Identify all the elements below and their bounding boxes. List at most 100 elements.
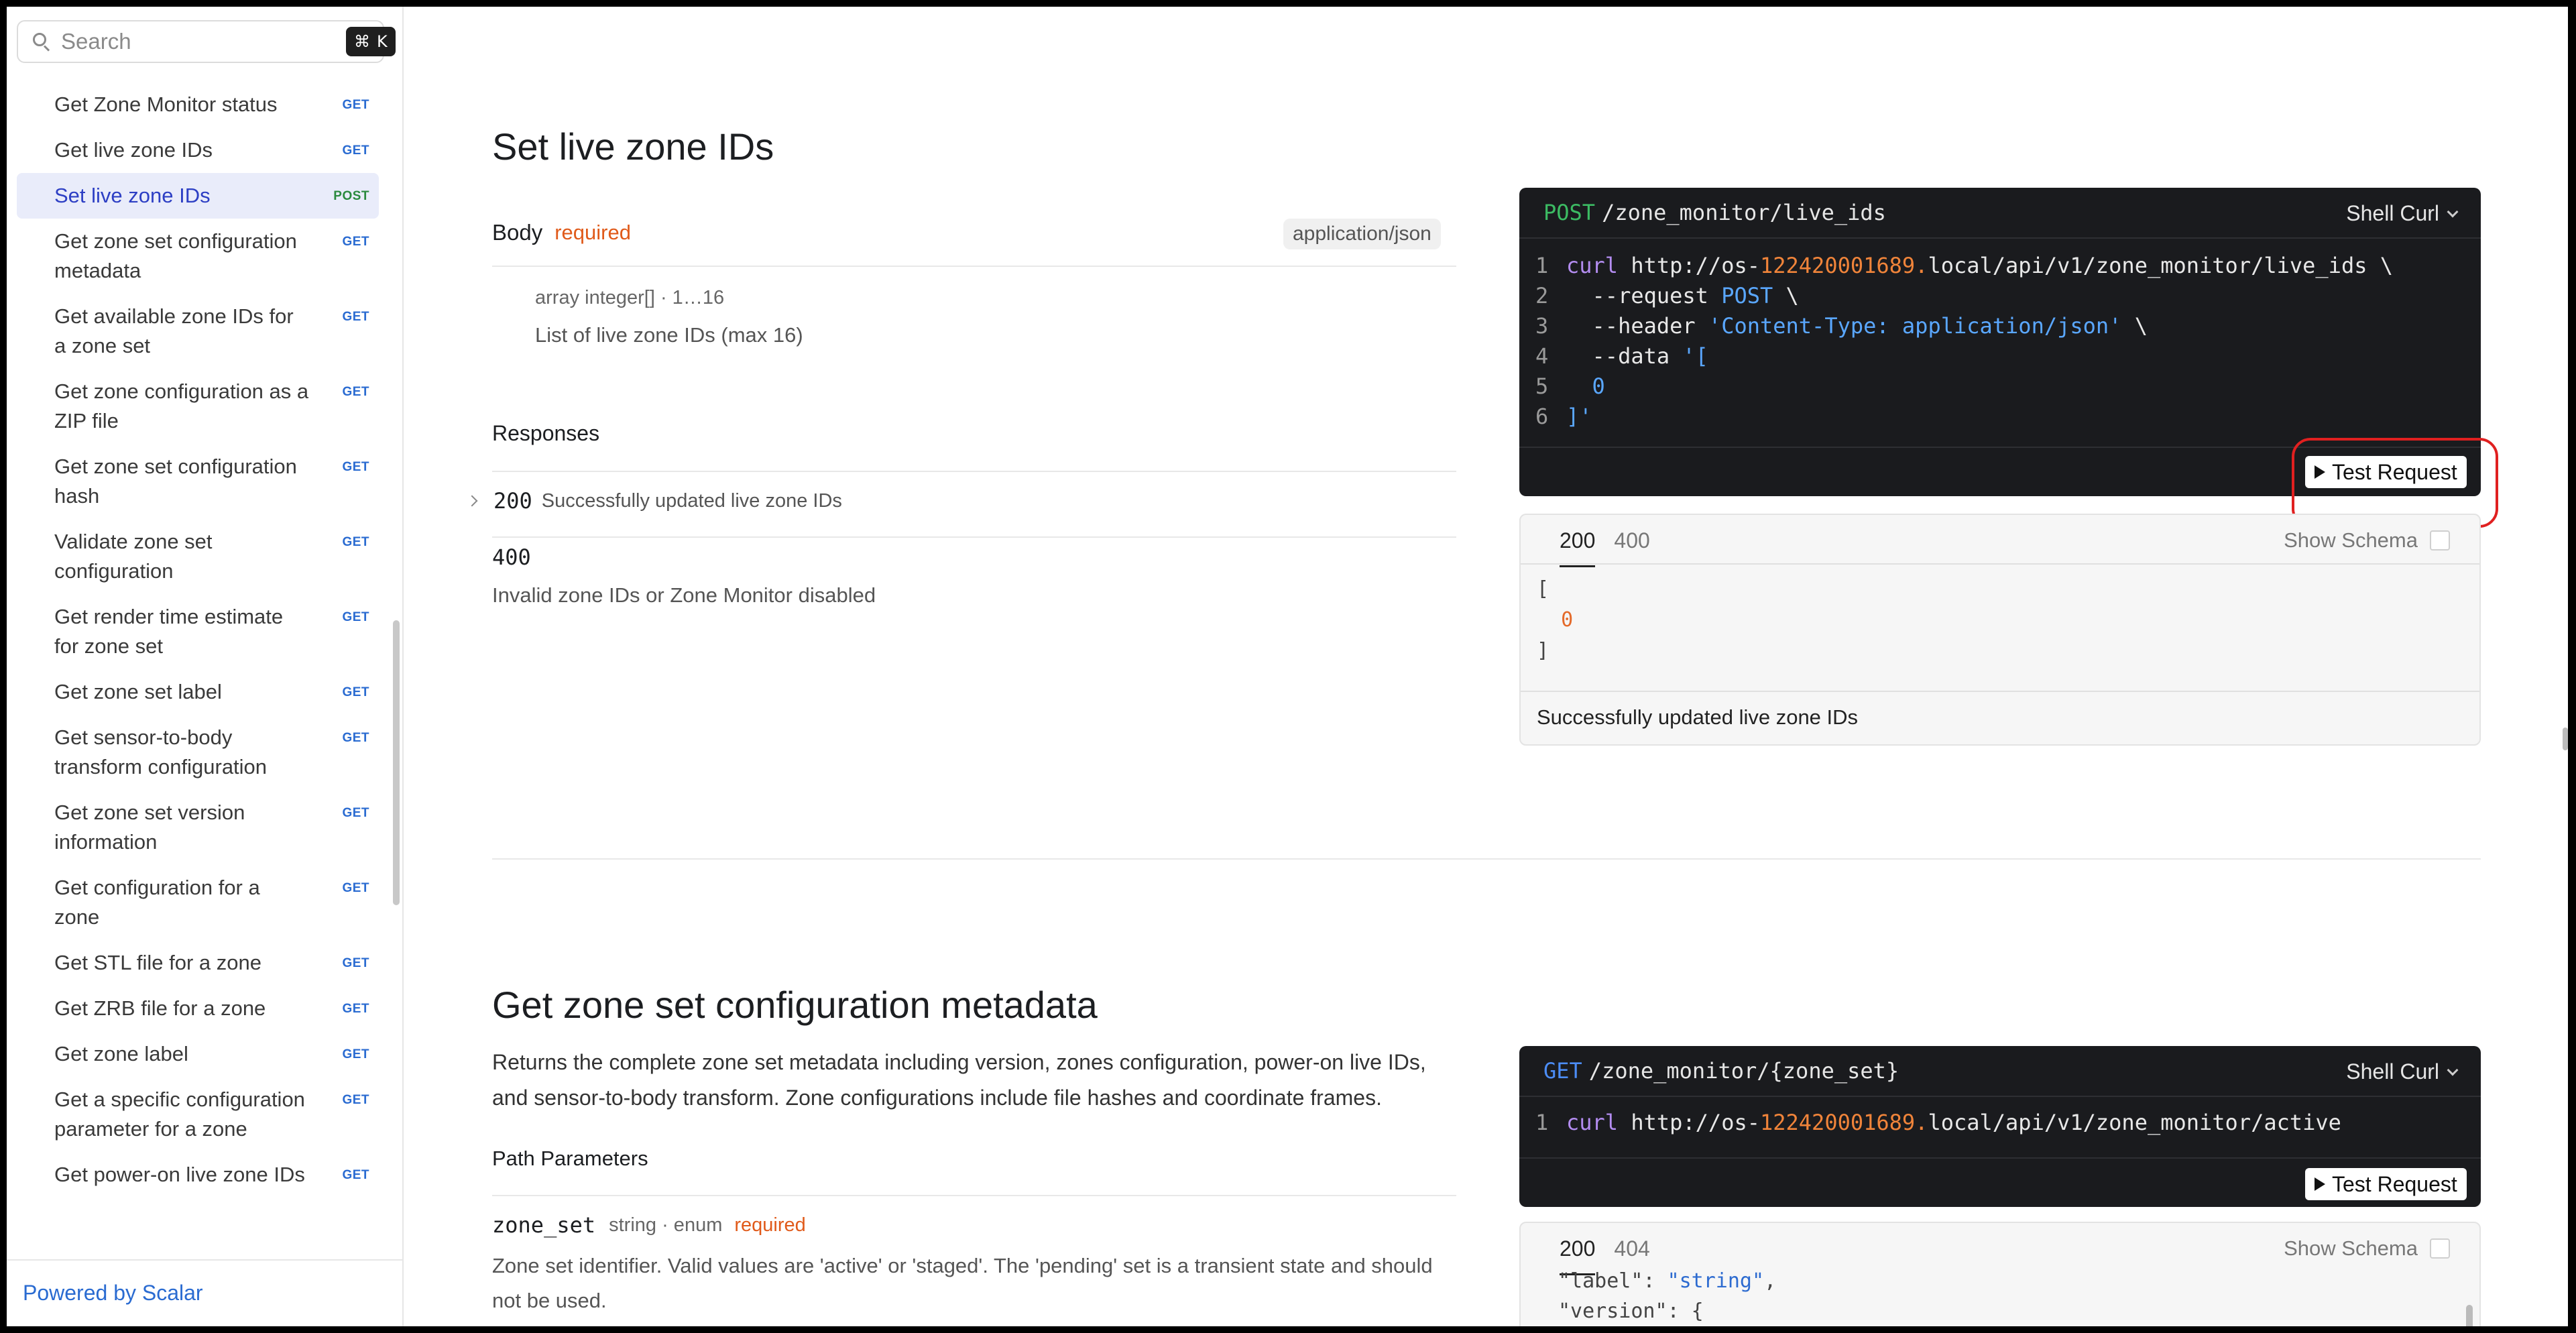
code-token: \ (2121, 313, 2148, 339)
param-name: zone_set (492, 1212, 596, 1238)
sidebar-item[interactable]: Set live zone IDs POST (17, 173, 379, 219)
sidebar-footer: Powered by Scalar (7, 1259, 402, 1326)
response-scrollbar[interactable] (2466, 1305, 2473, 1326)
param-type: array integer[] · 1…16 (535, 287, 725, 308)
json-punctuation: : { (1667, 1299, 1704, 1323)
param-type: string · enum (609, 1214, 723, 1236)
language-selector[interactable]: Shell Curl (2346, 1059, 2459, 1084)
sidebar-item-label: Get configuration for a zone (54, 876, 260, 929)
method-badge: GET (342, 610, 369, 624)
method-badge: GET (342, 310, 369, 324)
json-value: 0 (1561, 608, 1574, 632)
sidebar-item[interactable]: Get STL file for a zone GET (17, 940, 379, 986)
show-schema-checkbox[interactable] (2430, 530, 2450, 550)
show-schema-checkbox[interactable] (2430, 1238, 2450, 1259)
sidebar-item[interactable]: Get configuration for a zone GET (17, 865, 379, 940)
sidebar-item[interactable]: Get sensor-to-body transform configurati… (17, 715, 379, 790)
show-schema-label: Show Schema (2284, 528, 2418, 552)
body-label: Body (492, 220, 543, 245)
sidebar-item-label: Get ZRB file for a zone (54, 996, 266, 1020)
method-badge: GET (342, 535, 369, 549)
json-bracket: [ (1537, 577, 1549, 601)
sidebar-item-label: Get zone set label (54, 680, 222, 703)
sidebar-item-label: Get available zone IDs for a zone set (54, 304, 294, 357)
response-description: Invalid zone IDs or Zone Monitor disable… (492, 583, 876, 607)
sidebar-item[interactable]: Get zone label GET (17, 1031, 379, 1077)
code-line: 5 0 (1535, 371, 2393, 402)
code-token: http://os- (1618, 1110, 1760, 1135)
request-header: GET /zone_monitor/{zone_set} (1519, 1046, 2481, 1097)
method-badge: GET (342, 685, 369, 699)
code-token: local/api/v1/zone_monitor/live_ids \ (1928, 253, 2393, 278)
code-token: curl (1566, 253, 1619, 278)
method-badge: POST (333, 189, 369, 203)
sidebar-item[interactable]: Get zone set version information GET (17, 790, 379, 865)
code-token: 122420001689. (1759, 253, 1928, 278)
method-badge: GET (342, 731, 369, 745)
response-json: [ 0 ] (1537, 574, 1573, 666)
code-token: 0 (1566, 373, 1605, 399)
response-json: "label": "string", "version": { (1558, 1269, 1777, 1323)
play-icon (2315, 1177, 2325, 1191)
tab-200[interactable]: 200 (1560, 528, 1596, 567)
page-scrollbar[interactable] (2563, 728, 2568, 750)
show-schema-toggle[interactable]: Show Schema (2284, 1236, 2450, 1261)
code-snippet: 1 curl http://os-122420001689.local/api/v… (1535, 1108, 2341, 1138)
sidebar-item-label: Validate zone set configuration (54, 530, 213, 583)
powered-by-link[interactable]: Powered by Scalar (23, 1281, 203, 1306)
code-token: --data (1566, 343, 1683, 369)
json-key: "version" (1558, 1299, 1667, 1323)
search-box[interactable]: ⌘ K (17, 20, 396, 63)
search-input[interactable] (61, 29, 346, 54)
keyboard-shortcut-badge: ⌘ K (346, 27, 396, 56)
sidebar-item[interactable]: Get a specific configuration parameter f… (17, 1077, 379, 1152)
language-label: Shell Curl (2346, 201, 2439, 225)
sidebar-item[interactable]: Get live zone IDs GET (17, 127, 379, 173)
shortcut-key: K (377, 32, 388, 51)
sidebar-item[interactable]: Get render time estimate for zone set GET (17, 594, 379, 669)
sidebar-item-label: Get zone configuration as a ZIP file (54, 380, 309, 432)
divider (492, 1195, 1456, 1196)
response-example: 200 400 Show Schema [ 0 ] Successfully u… (1519, 514, 2481, 746)
method-badge: GET (342, 1093, 369, 1107)
sidebar-item[interactable]: Get zone set configuration hash GET (17, 444, 379, 519)
http-method: POST (1543, 200, 1596, 225)
code-token: local/api/v1/zone_monitor/active (1928, 1110, 2341, 1135)
response-row-200[interactable]: 200 Successfully updated live zone IDs (466, 488, 842, 514)
sidebar-item-label: Get power-on live zone IDs (54, 1163, 305, 1186)
code-line: 3 --header 'Content-Type: application/js… (1535, 311, 2393, 341)
method-badge: GET (342, 1047, 369, 1061)
sidebar-item[interactable]: Get zone set label GET (17, 669, 379, 715)
responses-heading: Responses (492, 421, 600, 445)
main-content: Set live zone IDs Body required applicat… (404, 7, 2568, 1326)
language-selector[interactable]: Shell Curl (2346, 201, 2459, 226)
method-badge: GET (342, 143, 369, 158)
test-request-button[interactable]: Test Request (2305, 1168, 2467, 1200)
sidebar-item-label: Get render time estimate for zone set (54, 605, 284, 658)
code-token: http://os- (1618, 253, 1760, 278)
response-code: 200 (493, 488, 532, 514)
sidebar-item[interactable]: Get power-on live zone IDs GET (17, 1152, 379, 1198)
sidebar-item[interactable]: Get available zone IDs for a zone set GET (17, 294, 379, 369)
sidebar-item[interactable]: Get zone set configuration metadata GET (17, 219, 379, 294)
param-header: zone_set string · enum required (492, 1212, 806, 1238)
tab-400[interactable]: 400 (1614, 528, 1649, 567)
sidebar-item[interactable]: Get Zone Monitor status GET (17, 82, 379, 127)
show-schema-toggle[interactable]: Show Schema (2284, 528, 2450, 553)
line-number: 2 (1535, 283, 1549, 308)
divider (492, 266, 1456, 267)
command-key-icon: ⌘ (354, 32, 370, 51)
sidebar-nav: Get Zone Monitor status GET Get live zone … (17, 82, 379, 1198)
param-description: Zone set identifier. Valid values are 'a… (492, 1254, 1433, 1312)
method-badge: GET (342, 956, 369, 970)
sidebar-scrollbar[interactable] (393, 620, 400, 905)
sidebar-item[interactable]: Get zone configuration as a ZIP file GET (17, 369, 379, 444)
response-example: 200 404 Show Schema "label": "string", "… (1519, 1222, 2481, 1326)
sidebar-item[interactable]: Validate zone set configuration GET (17, 519, 379, 594)
chevron-right-icon (466, 495, 478, 507)
method-badge: GET (342, 235, 369, 249)
path-params-heading: Path Parameters (492, 1147, 648, 1170)
method-badge: GET (342, 1002, 369, 1016)
code-token: --header (1566, 313, 1708, 339)
sidebar-item[interactable]: Get ZRB file for a zone GET (17, 986, 379, 1031)
